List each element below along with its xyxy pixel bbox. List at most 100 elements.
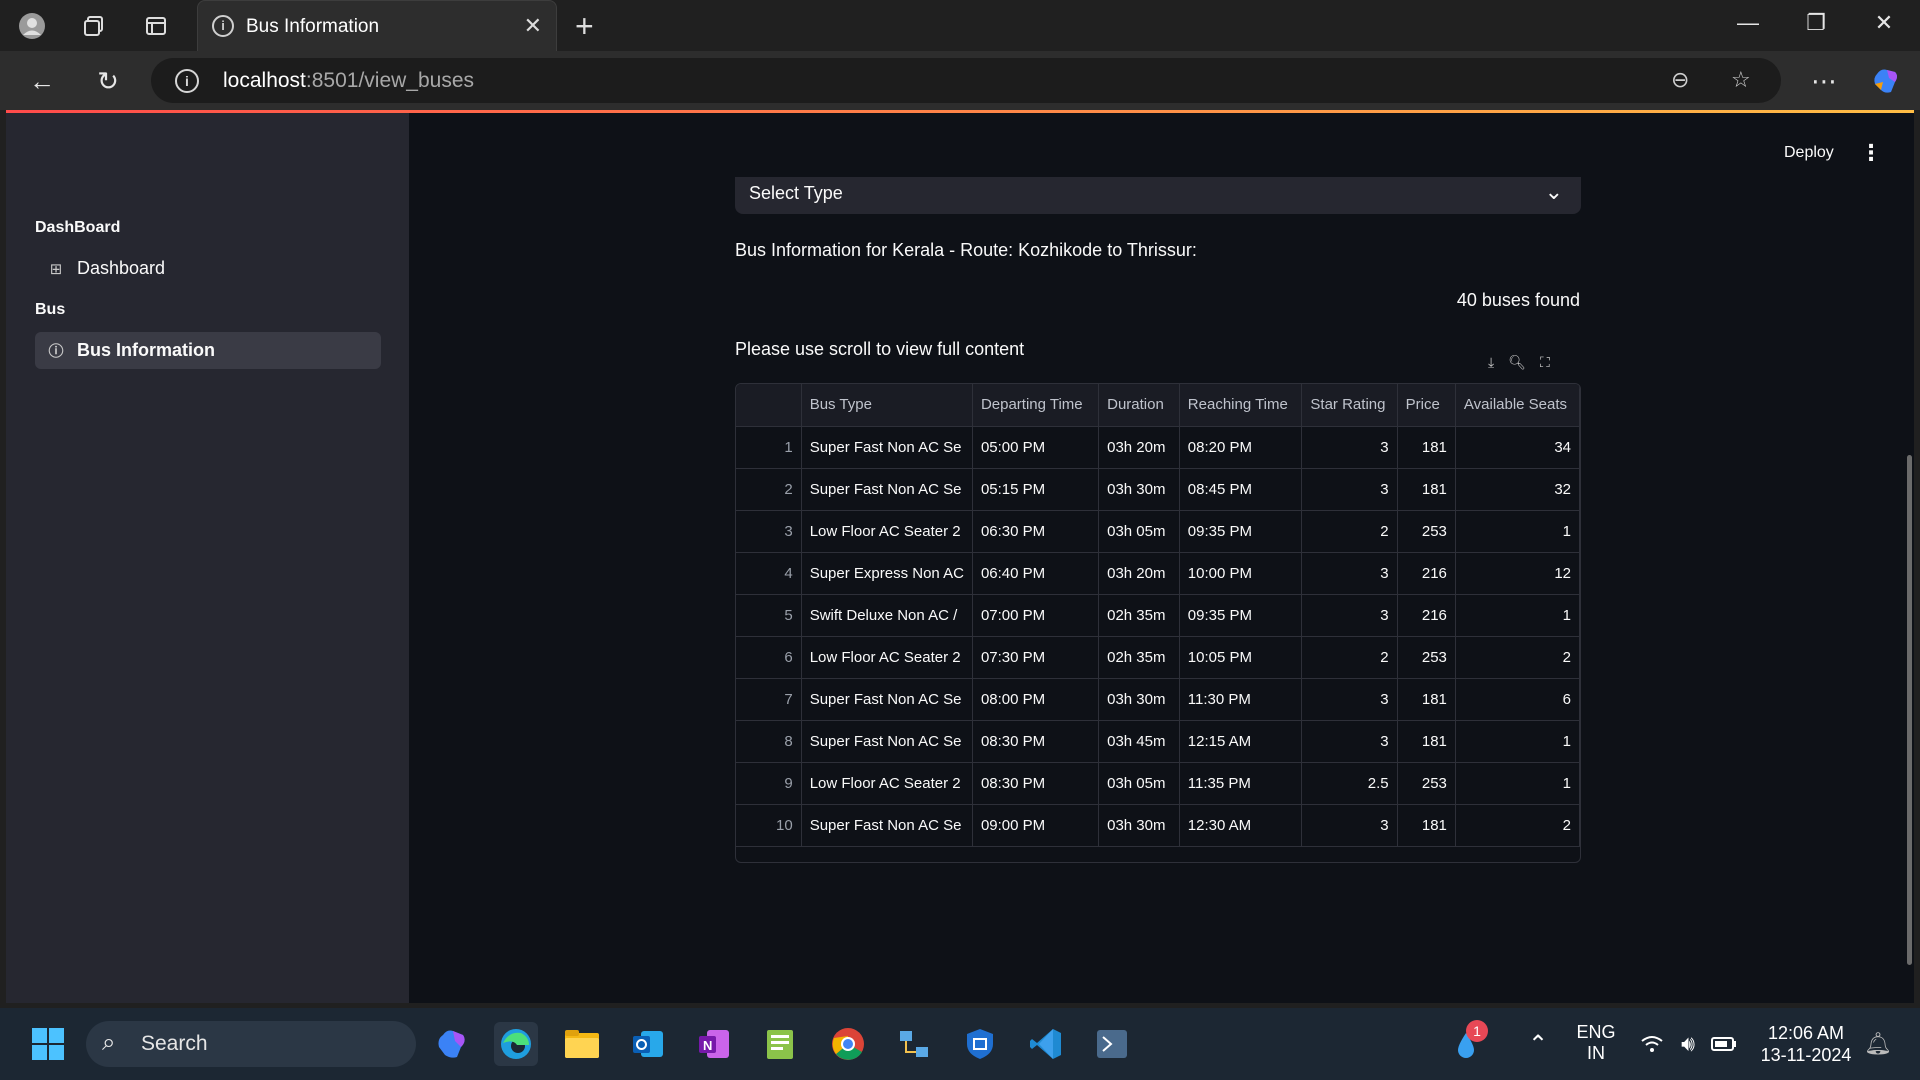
table-row[interactable]: 7 Super Fast Non AC Se 08:00 PM 03h 30m 11:3… [736,678,1580,721]
edge-browser-icon[interactable] [494,1022,538,1066]
back-arrow-icon[interactable]: ← [24,63,60,99]
table-cell[interactable]: Low Floor AC Seater 2 [801,510,973,553]
column-header[interactable]: Star Rating [1301,384,1398,427]
table-cell[interactable]: 05:15 PM [972,468,1100,511]
restore-icon[interactable]: ❐ [1796,10,1836,36]
site-info-icon[interactable]: i [175,69,199,93]
zoom-out-icon[interactable]: ⊖ [1671,67,1689,93]
table-cell[interactable]: 02h 35m [1098,636,1180,679]
address-bar[interactable]: i localhost:8501/view_buses ⊖ ☆ [151,58,1781,103]
table-cell[interactable]: 07:30 PM [972,636,1100,679]
table-cell[interactable]: 2 [1301,636,1398,679]
table-cell[interactable]: 10:05 PM [1179,636,1303,679]
language-indicator[interactable]: ENG IN [1568,1022,1624,1064]
table-cell[interactable]: 07:00 PM [972,594,1100,637]
taskbar-search[interactable]: ⌕ Search [86,1021,416,1067]
table-cell[interactable]: 06:30 PM [972,510,1100,553]
table-cell[interactable]: 2 [1455,804,1580,847]
table-cell[interactable]: 181 [1397,678,1456,721]
page-scrollbar[interactable] [1907,455,1912,965]
row-index-cell[interactable]: 8 [736,720,802,763]
chrome-icon[interactable] [826,1022,870,1066]
table-cell[interactable]: Super Fast Non AC Se [801,468,973,511]
outlook-icon[interactable] [626,1022,670,1066]
table-cell[interactable]: 03h 30m [1098,468,1180,511]
table-cell[interactable]: 216 [1397,552,1456,595]
start-windows-icon[interactable] [26,1022,70,1066]
column-header[interactable]: Departing Time [972,384,1100,427]
battery-icon[interactable] [1702,1022,1746,1066]
table-cell[interactable]: 03h 20m [1098,426,1180,469]
table-cell[interactable]: 08:45 PM [1179,468,1303,511]
row-index-cell[interactable]: 1 [736,426,802,469]
row-index-cell[interactable]: 6 [736,636,802,679]
table-cell[interactable]: 09:35 PM [1179,594,1303,637]
profile-avatar-icon[interactable] [18,12,46,40]
table-cell[interactable]: 181 [1397,720,1456,763]
table-row[interactable]: 5 Swift Deluxe Non AC /07:00 PM 02h 35m 09:… [736,594,1580,637]
table-cell[interactable]: 3 [1301,552,1398,595]
table-cell[interactable]: 1 [1455,510,1580,553]
table-cell[interactable]: 1 [1455,762,1580,805]
table-row[interactable]: 10 Super Fast Non AC Se 09:00 PM 03h 30m 12:… [736,804,1580,847]
table-cell[interactable]: 03h 30m [1098,804,1180,847]
table-cell[interactable]: 2 [1455,636,1580,679]
table-cell[interactable]: 32 [1455,468,1580,511]
table-cell[interactable]: 1 [1455,594,1580,637]
tab-bus-information[interactable]: i Bus Information ✕ [197,0,557,51]
table-cell[interactable]: 3 [1301,426,1398,469]
table-cell[interactable]: 3 [1301,720,1398,763]
table-cell[interactable]: 03h 05m [1098,762,1180,805]
url-text[interactable]: localhost:8501/view_buses [223,69,474,93]
table-cell[interactable]: 253 [1397,762,1456,805]
table-cell[interactable]: 08:30 PM [972,720,1100,763]
favorite-star-icon[interactable]: ☆ [1731,67,1751,93]
table-cell[interactable]: 3 [1301,804,1398,847]
table-cell[interactable]: 12:30 AM [1179,804,1303,847]
table-cell[interactable]: 34 [1455,426,1580,469]
table-cell[interactable]: 1 [1455,720,1580,763]
window-close-icon[interactable]: ✕ [1864,10,1904,36]
table-cell[interactable]: 3 [1301,678,1398,721]
select-type-dropdown[interactable]: Select Type ⌄ [735,177,1581,214]
table-cell[interactable]: 10:00 PM [1179,552,1303,595]
table-cell[interactable]: 12:15 AM [1179,720,1303,763]
table-cell[interactable]: 05:00 PM [972,426,1100,469]
table-cell[interactable]: 09:00 PM [972,804,1100,847]
onenote-icon[interactable]: N [692,1022,736,1066]
table-row[interactable]: 3 Low Floor AC Seater 2 06:30 PM 03h 05m 09:… [736,510,1580,553]
table-row[interactable]: 4 Super Express Non AC 06:40 PM 03h 20m 10:0… [736,552,1580,595]
table-cell[interactable]: 253 [1397,510,1456,553]
close-icon[interactable]: ✕ [524,13,542,39]
search-icon[interactable]: 🔍︎ [1508,354,1526,371]
column-header[interactable]: Price [1397,384,1456,427]
refresh-icon[interactable]: ↻ [90,63,126,99]
table-cell[interactable]: 6 [1455,678,1580,721]
row-index-cell[interactable]: 3 [736,510,802,553]
more-options-icon[interactable]: ⋯ [1806,63,1842,99]
table-cell[interactable]: 02h 35m [1098,594,1180,637]
table-cell[interactable]: 2.5 [1301,762,1398,805]
security-shield-icon[interactable] [958,1022,1002,1066]
table-cell[interactable]: Low Floor AC Seater 2 [801,636,973,679]
table-cell[interactable]: 12 [1455,552,1580,595]
table-row[interactable]: 8 Super Fast Non AC Se 08:30 PM 03h 45m 12:1… [736,720,1580,763]
row-index-cell[interactable]: 5 [736,594,802,637]
table-cell[interactable]: 253 [1397,636,1456,679]
row-index-cell[interactable]: 4 [736,552,802,595]
deploy-button[interactable]: Deploy [1784,144,1834,162]
table-cell[interactable]: 181 [1397,804,1456,847]
table-cell[interactable]: 216 [1397,594,1456,637]
main-menu-icon[interactable]: ⋮ [1860,140,1882,166]
table-row[interactable]: 1 Super Fast Non AC Se 05:00 PM 03h 20m 08:2… [736,426,1580,469]
file-explorer-icon[interactable] [560,1022,604,1066]
table-cell[interactable]: 11:30 PM [1179,678,1303,721]
column-header[interactable]: Reaching Time [1179,384,1303,427]
table-cell[interactable]: 03h 45m [1098,720,1180,763]
notification-bell-icon[interactable]: 🔔︎ [1856,1022,1900,1066]
table-cell[interactable]: 11:35 PM [1179,762,1303,805]
table-cell[interactable]: 03h 30m [1098,678,1180,721]
row-index-cell[interactable]: 2 [736,468,802,511]
table-cell[interactable]: 03h 20m [1098,552,1180,595]
table-cell[interactable]: 08:00 PM [972,678,1100,721]
